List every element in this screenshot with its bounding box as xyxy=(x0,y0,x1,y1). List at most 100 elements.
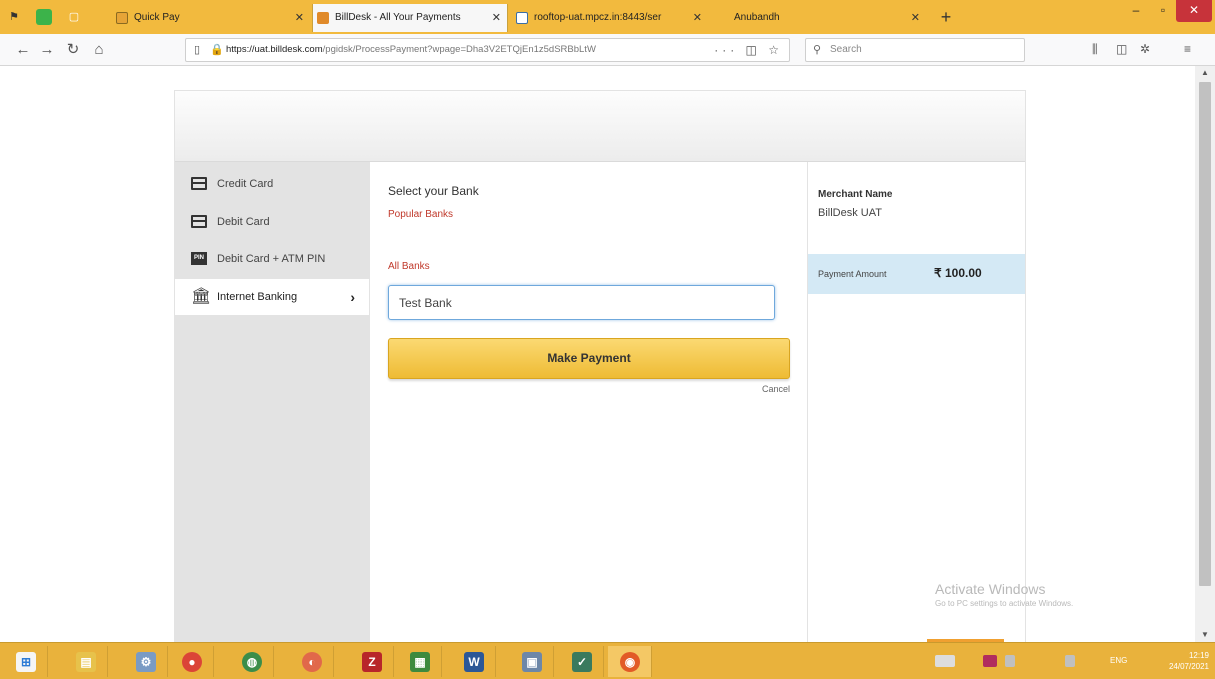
lock-icon: 🔒 xyxy=(210,44,224,56)
pin-icon: PIN xyxy=(191,252,207,265)
reload-icon[interactable]: ↻ xyxy=(62,39,84,61)
popular-banks-label: Popular Banks xyxy=(388,209,454,220)
close-window-button[interactable]: ✕ xyxy=(1176,0,1212,22)
minimize-button[interactable]: – xyxy=(1122,0,1150,22)
taskbar-word[interactable]: W xyxy=(452,646,496,677)
library-icon[interactable]: ⫼ xyxy=(1092,42,1098,57)
search-icon: ⚲ xyxy=(813,44,822,56)
tab-anubandh[interactable]: Anubandh ✕ xyxy=(712,4,926,32)
url-bar[interactable]: ▯ 🔒 https://uat.billdesk.com/pgidsk/Proc… xyxy=(185,38,790,62)
taskbar-chrome[interactable]: ● xyxy=(170,646,214,677)
select-bank-title: Select your Bank xyxy=(388,184,479,198)
extension-icon[interactable]: ✲ xyxy=(1140,42,1150,56)
payment-gateway-panel: Credit Card Debit Card PIN Debit Card + … xyxy=(174,90,1026,642)
taskbar-maps[interactable]: ◍ xyxy=(230,646,274,677)
payment-amount-box: Payment Amount ₹ 100.00 xyxy=(808,254,1025,294)
network-icon: ▣ xyxy=(522,652,542,672)
tab-close-icon[interactable]: ✕ xyxy=(295,4,304,32)
tab-favicon-icon xyxy=(116,12,128,24)
method-label: Credit Card xyxy=(217,178,274,190)
method-label: Debit Card xyxy=(217,216,270,228)
make-payment-button[interactable]: Make Payment xyxy=(388,338,790,379)
tab-billdesk[interactable]: BillDesk - All Your Payments ✕ xyxy=(312,4,508,32)
globe-icon: ◍ xyxy=(242,652,262,672)
bank-icon: 🏛 xyxy=(191,288,212,305)
window-menu-icon[interactable]: ⚑ xyxy=(6,9,22,25)
watermark-subtitle: Go to PC settings to activate Windows. xyxy=(935,599,1074,608)
taskbar-network[interactable]: ▣ xyxy=(510,646,554,677)
bank-select-input[interactable] xyxy=(388,285,775,320)
volume-icon[interactable] xyxy=(1065,655,1075,667)
taskbar-explorer[interactable]: ▤ xyxy=(64,646,108,677)
paint-icon: ◐ xyxy=(302,652,322,672)
tab-quick-pay[interactable]: Quick Pay ✕ xyxy=(112,4,310,32)
search-placeholder: Search xyxy=(830,44,862,55)
merchant-name-label: Merchant Name xyxy=(818,189,893,200)
menu-icon[interactable]: ≡ xyxy=(1184,42,1191,56)
back-icon[interactable]: ← xyxy=(12,39,34,61)
maximize-button[interactable]: ▫ xyxy=(1150,0,1176,22)
tray-app-icon[interactable] xyxy=(983,655,997,667)
keyboard-icon[interactable] xyxy=(935,655,955,667)
windows-taskbar: ⊞ ▤ ⚙ ● ◍ ◐ Z ▦ W ▣ ✓ ◉ ENG 12:19 24/07/… xyxy=(0,642,1215,679)
tab-close-icon[interactable]: ✕ xyxy=(693,4,702,32)
clock-time: 12:19 xyxy=(1188,651,1209,660)
pinned-app-icon[interactable] xyxy=(36,9,52,25)
taskbar-paint[interactable]: ◐ xyxy=(290,646,334,677)
taskbar-tools[interactable]: ⚙ xyxy=(124,646,168,677)
tools-icon: ⚙ xyxy=(136,652,156,672)
forward-icon[interactable]: → xyxy=(36,39,58,61)
payment-amount-label: Payment Amount xyxy=(818,269,887,279)
taskbar-excel[interactable]: ▦ xyxy=(398,646,442,677)
tab-close-icon[interactable]: ✕ xyxy=(492,4,501,32)
method-debit-card-atm-pin[interactable]: PIN Debit Card + ATM PIN xyxy=(175,241,369,277)
page-info-icon[interactable]: ▯ xyxy=(194,39,200,61)
taskbar-filezilla[interactable]: Z xyxy=(350,646,394,677)
start-button[interactable]: ⊞ xyxy=(4,646,48,677)
order-summary-panel: Merchant Name BillDesk UAT Payment Amoun… xyxy=(807,162,1025,642)
home-icon[interactable]: ⌂ xyxy=(88,39,110,61)
search-input[interactable]: ⚲ Search xyxy=(805,38,1025,62)
bank-selection-panel: Select your Bank Popular Banks All Banks… xyxy=(369,162,807,642)
tab-favicon-icon xyxy=(516,12,528,24)
new-tab-button[interactable]: + xyxy=(935,4,957,30)
taskbar-firefox[interactable]: ◉ xyxy=(608,646,652,677)
chrome-icon: ● xyxy=(182,652,202,672)
url-path: /pgidsk/ProcessPayment?wpage=Dha3V2ETQjE… xyxy=(322,44,596,55)
page-scrollbar[interactable]: ▲ ▼ xyxy=(1195,66,1215,642)
scroll-up-icon[interactable]: ▲ xyxy=(1195,66,1215,80)
watermark-title: Activate Windows xyxy=(935,581,1046,597)
page-content: Credit Card Debit Card PIN Debit Card + … xyxy=(0,66,1195,642)
merchant-name-value: BillDesk UAT xyxy=(818,207,882,219)
tab-close-icon[interactable]: ✕ xyxy=(911,4,920,32)
sidebar-icon[interactable]: ◫ xyxy=(1116,42,1127,56)
all-banks-label: All Banks xyxy=(388,261,430,272)
url-host: https://uat.billdesk.com xyxy=(226,44,323,55)
method-internet-banking[interactable]: 🏛 Internet Banking › xyxy=(175,279,369,315)
system-tray: ENG 12:19 24/07/2021 xyxy=(925,646,1215,677)
tab-label: rooftop-uat.mpcz.in:8443/ser xyxy=(534,12,662,23)
browser-nav-bar: ← → ↻ ⌂ ▯ 🔒 https://uat.billdesk.com/pgi… xyxy=(0,34,1215,66)
scroll-thumb[interactable] xyxy=(1199,82,1211,586)
firefox-icon: ◉ xyxy=(620,652,640,672)
scroll-down-icon[interactable]: ▼ xyxy=(1195,628,1215,642)
method-label: Internet Banking xyxy=(217,291,298,303)
method-credit-card[interactable]: Credit Card xyxy=(175,166,369,202)
tab-rooftop[interactable]: rooftop-uat.mpcz.in:8443/ser ✕ xyxy=(512,4,708,32)
clock[interactable]: 12:19 24/07/2021 xyxy=(1169,650,1209,672)
word-icon: W xyxy=(464,652,484,672)
network-status-icon[interactable] xyxy=(1005,655,1015,667)
tab-favicon-icon xyxy=(317,12,329,24)
pinned-tab-icon[interactable]: ▢ xyxy=(66,9,82,25)
chevron-right-icon: › xyxy=(350,289,355,305)
tab-label: BillDesk - All Your Payments xyxy=(335,12,461,23)
language-indicator[interactable]: ENG xyxy=(1110,656,1127,665)
cancel-link[interactable]: Cancel xyxy=(740,384,790,394)
spreadsheet-icon: ▦ xyxy=(410,652,430,672)
tab-label: Quick Pay xyxy=(134,12,180,23)
taskbar-app[interactable]: ✓ xyxy=(560,646,604,677)
activate-windows-watermark: Activate Windows Go to PC settings to ac… xyxy=(935,581,1073,608)
debit-card-icon xyxy=(191,215,207,228)
method-debit-card[interactable]: Debit Card xyxy=(175,204,369,240)
url-actions-icon[interactable]: ··· ◫ ☆ xyxy=(714,39,783,61)
